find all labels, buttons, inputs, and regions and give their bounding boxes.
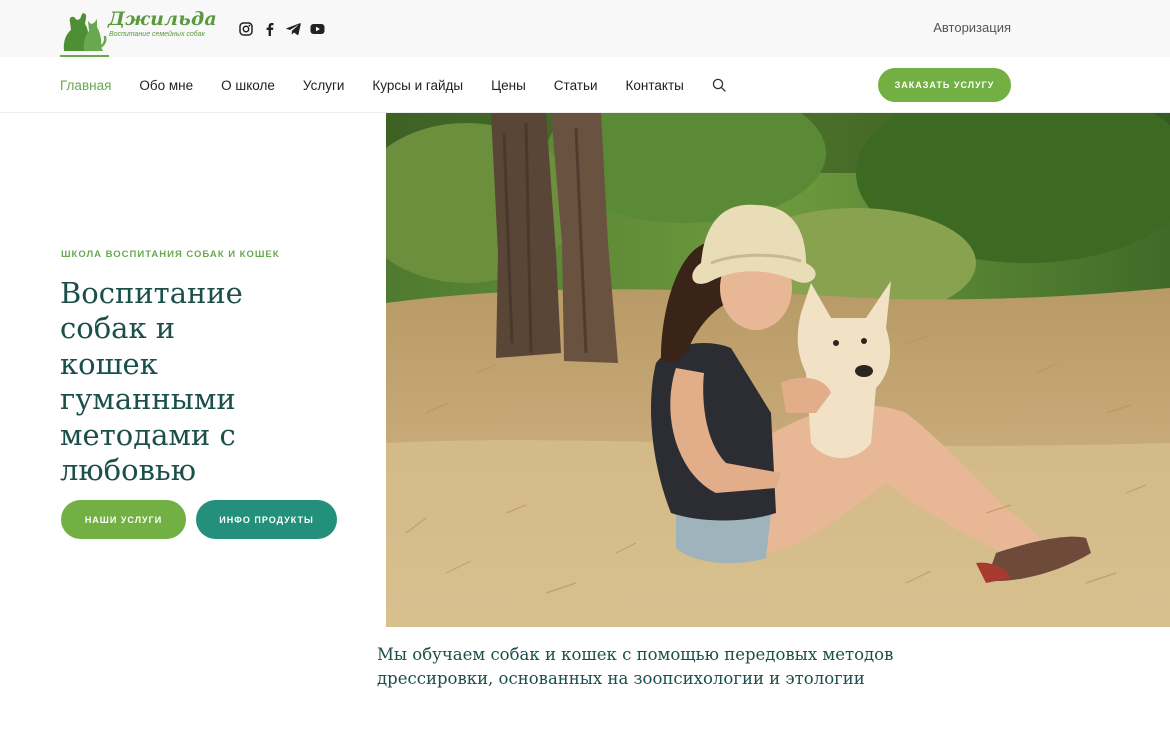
our-services-button[interactable]: НАШИ УСЛУГИ bbox=[61, 500, 186, 539]
info-products-button[interactable]: ИНФО ПРОДУКТЫ bbox=[196, 500, 337, 539]
site-logo[interactable]: Джильда Воспитание семейных собак bbox=[60, 6, 217, 52]
nav-item-about-me[interactable]: Обо мне bbox=[139, 78, 193, 93]
search-icon[interactable] bbox=[712, 77, 728, 93]
hero-title-line: собак и bbox=[60, 311, 176, 346]
hero-title-line: методами с bbox=[60, 417, 236, 452]
nav-item-about-school[interactable]: О школе bbox=[221, 78, 275, 93]
logo-name: Джильда bbox=[108, 8, 217, 30]
login-link[interactable]: Авторизация bbox=[933, 20, 1011, 35]
order-service-button[interactable]: ЗАКАЗАТЬ УСЛУГУ bbox=[878, 68, 1011, 102]
social-links bbox=[237, 20, 333, 37]
nav-item-prices[interactable]: Цены bbox=[491, 78, 526, 93]
logo-tagline: Воспитание семейных собак bbox=[109, 31, 205, 38]
nav-item-contacts[interactable]: Контакты bbox=[626, 78, 684, 93]
telegram-icon[interactable] bbox=[285, 20, 302, 37]
dog-cat-logo-icon bbox=[63, 13, 107, 51]
hero-eyebrow: ШКОЛА ВОСПИТАНИЯ СОБАК И КОШЕК bbox=[61, 249, 280, 260]
logo-text: Джильда Воспитание семейных собак bbox=[108, 8, 217, 39]
youtube-icon[interactable] bbox=[309, 20, 326, 37]
mission-line: дрессировки, основанных на зоопсихологии… bbox=[377, 668, 865, 688]
mission-line: Мы обучаем собак и кошек с помощью перед… bbox=[377, 645, 894, 664]
main-navigation: Главная Обо мне О школе Услуги Курсы и г… bbox=[0, 57, 1170, 113]
hero-photo bbox=[386, 113, 1170, 627]
hero-title-line: гуманными bbox=[60, 382, 236, 417]
hero-title-line: Воспитание bbox=[60, 276, 243, 310]
hero-title: Воспитание собак и кошек гуманными метод… bbox=[60, 276, 360, 488]
instagram-icon[interactable] bbox=[237, 20, 254, 37]
mission-statement: Мы обучаем собак и кошек с помощью перед… bbox=[377, 643, 937, 690]
facebook-icon[interactable] bbox=[261, 20, 278, 37]
hero-title-line: кошек bbox=[60, 346, 158, 381]
nav-item-home[interactable]: Главная bbox=[60, 78, 111, 93]
hero-title-line: любовью bbox=[60, 453, 196, 488]
nav-item-services[interactable]: Услуги bbox=[303, 78, 345, 93]
nav-item-articles[interactable]: Статьи bbox=[554, 78, 598, 93]
nav-item-courses[interactable]: Курсы и гайды bbox=[372, 78, 463, 93]
top-bar: Джильда Воспитание семейных собак Автори… bbox=[0, 0, 1170, 57]
nav-menu: Главная Обо мне О школе Услуги Курсы и г… bbox=[60, 57, 728, 113]
